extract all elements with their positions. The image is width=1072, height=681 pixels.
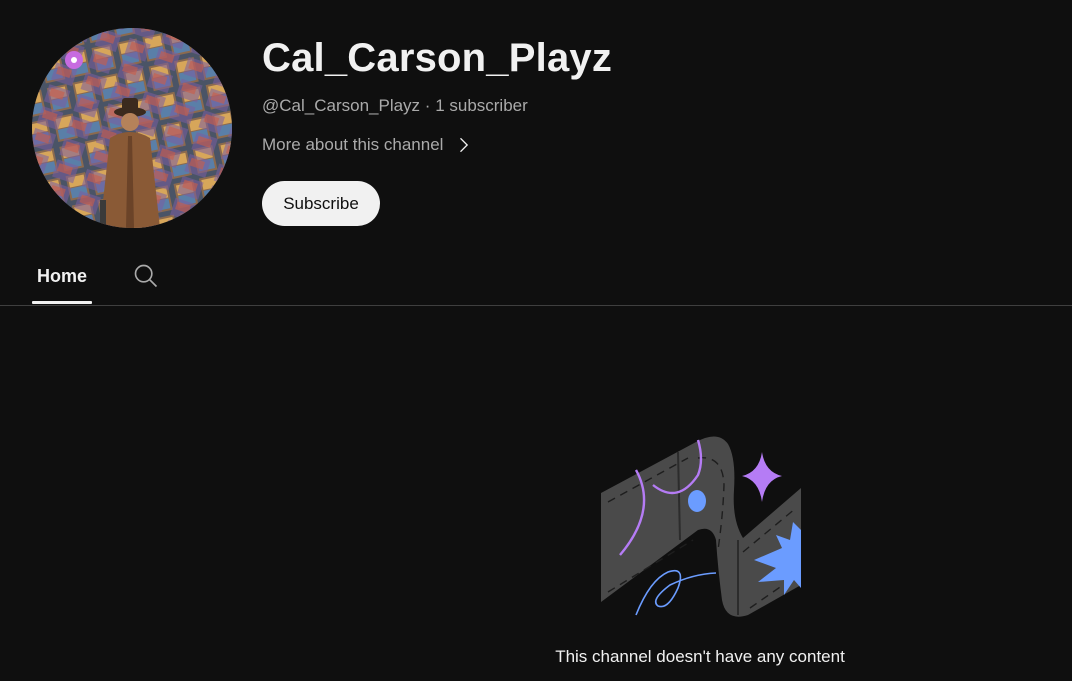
- subscriber-count: 1 subscriber: [435, 96, 528, 115]
- channel-avatar: [32, 28, 232, 228]
- empty-channel-illustration: [601, 436, 801, 617]
- avatar-image: [32, 28, 232, 228]
- channel-name: Cal_Carson_Playz: [262, 36, 613, 80]
- empty-state-message: This channel doesn't have any content: [555, 647, 845, 666]
- more-about-link[interactable]: More about this channel: [262, 133, 473, 157]
- search-icon[interactable]: [132, 262, 160, 290]
- meta-separator: ·: [424, 96, 431, 115]
- channel-tabs: Home: [0, 248, 1072, 306]
- channel-handle: @Cal_Carson_Playz: [262, 96, 421, 115]
- chevron-right-icon: [460, 137, 469, 153]
- active-tab-indicator: [32, 301, 92, 304]
- tab-home[interactable]: Home: [32, 248, 92, 304]
- channel-meta: @Cal_Carson_Playz · 1 subscriber: [262, 95, 528, 117]
- more-about-label: More about this channel: [262, 135, 444, 154]
- subscribe-button[interactable]: Subscribe: [262, 181, 380, 226]
